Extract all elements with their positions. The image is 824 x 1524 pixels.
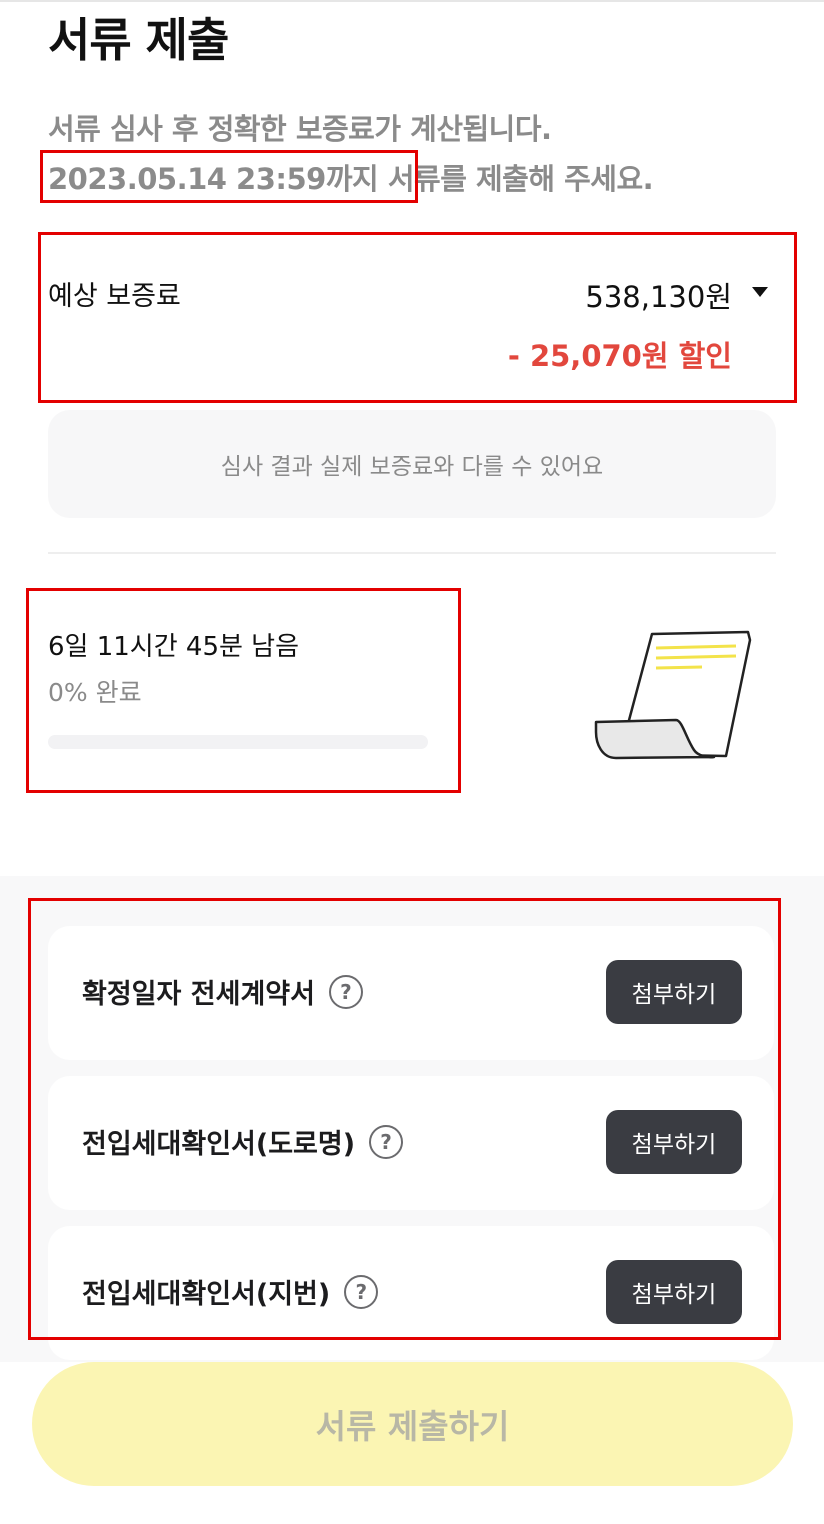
document-card: 전입세대확인서(지번)? 첨부하기 [48, 1226, 774, 1360]
time-remaining: 6일 11시간 45분 남음 [48, 632, 300, 662]
caret-down-icon[interactable] [752, 287, 768, 297]
document-submit-page: 서류 제출 서류 심사 후 정확한 보증료가 계산됩니다. 2023.05.14… [0, 0, 824, 1524]
fee-notice: 심사 결과 실제 보증료와 다를 수 있어요 [48, 410, 776, 518]
document-title: 전입세대확인서(지번)? [82, 1272, 379, 1311]
document-title-text: 전입세대확인서(지번) [82, 1279, 331, 1310]
top-border [0, 0, 824, 2]
document-title-text: 전입세대확인서(도로명) [82, 1129, 356, 1160]
document-card: 전입세대확인서(도로명)? 첨부하기 [48, 1076, 774, 1210]
deadline-row: 2023.05.14 23:59까지 서류를 제출해 주세요. [48, 156, 654, 198]
document-card: 확정일자 전세계약서? 첨부하기 [48, 926, 774, 1060]
help-icon[interactable]: ? [328, 974, 363, 1009]
document-illustration-icon [594, 630, 752, 760]
highlight-box-fee [38, 232, 797, 403]
progress-percent: 0% 완료 [48, 678, 142, 707]
deadline-date: 2023.05.14 23:59까지 [48, 162, 379, 196]
fee-discount: - 25,070원 할인 [507, 339, 732, 373]
document-title-text: 확정일자 전세계약서 [82, 979, 315, 1010]
fee-amount[interactable]: 538,130원 [585, 274, 732, 316]
document-title: 전입세대확인서(도로명)? [82, 1122, 404, 1161]
intro-text: 서류 심사 후 정확한 보증료가 계산됩니다. [48, 112, 552, 146]
help-icon[interactable]: ? [344, 1274, 379, 1309]
attach-button[interactable]: 첨부하기 [606, 960, 742, 1024]
deadline-suffix: 서류를 제출해 주세요. [378, 162, 654, 196]
attach-button[interactable]: 첨부하기 [606, 1110, 742, 1174]
attach-button[interactable]: 첨부하기 [606, 1260, 742, 1324]
document-title: 확정일자 전세계약서? [82, 972, 363, 1011]
page-title: 서류 제출 [48, 13, 229, 67]
section-divider [48, 552, 776, 554]
submit-documents-button[interactable]: 서류 제출하기 [32, 1362, 793, 1486]
fee-label: 예상 보증료 [48, 281, 181, 312]
progress-bar [48, 735, 428, 749]
help-icon[interactable]: ? [369, 1124, 404, 1159]
